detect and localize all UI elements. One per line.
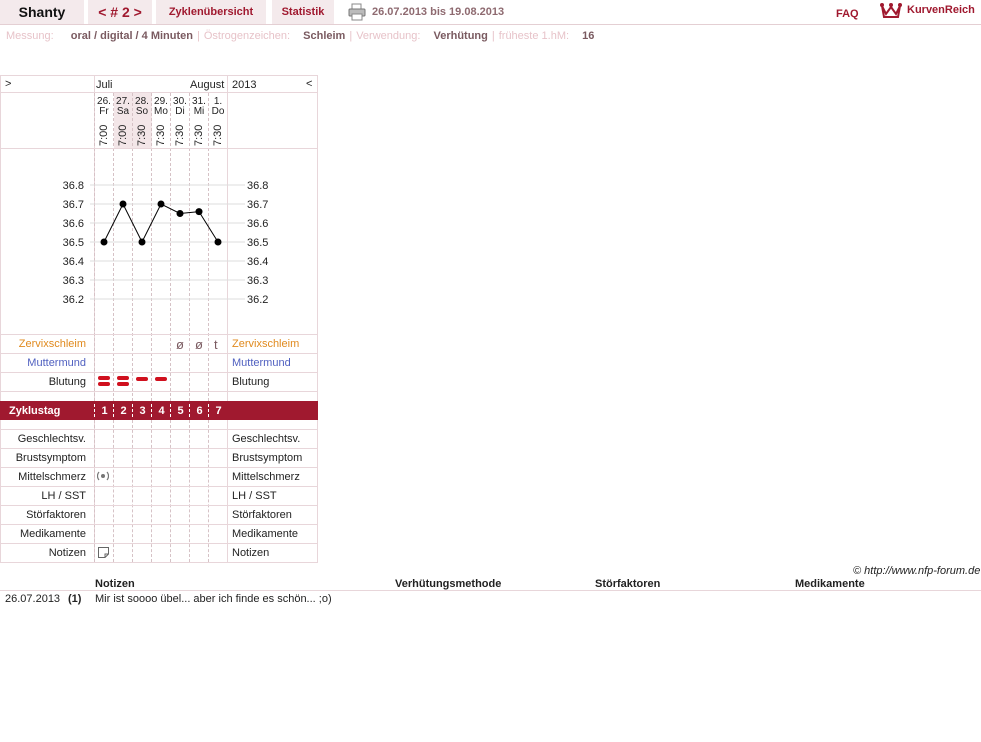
bleeding-mark[interactable] xyxy=(98,376,110,380)
cycle-day: 2 xyxy=(120,404,127,417)
temp-tick-label: 36.3 xyxy=(247,275,268,287)
zervix-mark[interactable]: ø xyxy=(176,337,184,352)
hm-value: 16 xyxy=(582,30,595,42)
temp-tick-label: 36.4 xyxy=(63,256,84,268)
zyklustag-row: Zyklustag 1234567 xyxy=(0,401,318,420)
hm-label: früheste 1.hM: xyxy=(498,30,570,42)
temp-tick-label: 36.6 xyxy=(63,218,84,230)
note-icon[interactable] xyxy=(98,547,109,558)
medikamente-label-right: Medikamente xyxy=(232,528,299,540)
logo-text[interactable]: KurvenReich xyxy=(907,4,975,16)
note-text: Mir ist soooo übel... aber ich finde es … xyxy=(95,593,332,605)
mittelschmerz-icon[interactable] xyxy=(97,470,109,482)
temperature-point[interactable] xyxy=(119,200,127,208)
bleeding-mark[interactable] xyxy=(136,377,148,381)
brust-label: Brustsymptom xyxy=(15,452,86,464)
mittelschmerz-label-right: Mittelschmerz xyxy=(232,471,300,483)
brust-label-right: Brustsymptom xyxy=(232,452,303,464)
temperature-point[interactable] xyxy=(195,208,203,216)
verwendung-value: Verhütung xyxy=(433,30,488,42)
day-column-line xyxy=(170,420,172,562)
verwendung-label: Verwendung: xyxy=(356,30,421,42)
cycle-day: 3 xyxy=(139,404,146,417)
temp-tick-label: 36.8 xyxy=(247,180,268,192)
col-stoerfaktoren: Störfaktoren xyxy=(595,578,661,590)
zervix-mark[interactable]: ø xyxy=(195,337,203,352)
temp-tick-label: 36.2 xyxy=(63,294,84,306)
temp-tick-label: 36.8 xyxy=(63,180,84,192)
notizen-label-right: Notizen xyxy=(232,547,270,559)
medikamente-label: Medikamente xyxy=(19,528,86,540)
cycle-day: 1 xyxy=(101,404,108,417)
temp-tick-label: 36.4 xyxy=(247,256,268,268)
cycle-day-separator xyxy=(132,404,133,417)
zervix-label: Zervixschleim xyxy=(18,338,86,350)
cycle-day: 6 xyxy=(196,404,203,417)
blutung-label: Blutung xyxy=(48,376,86,388)
gv-label-right: Geschlechtsv. xyxy=(232,433,301,445)
temp-tick-label: 36.3 xyxy=(63,275,84,287)
day-column-line xyxy=(189,420,191,562)
stoerfaktoren-label-right: Störfaktoren xyxy=(232,509,292,521)
temp-tick-label: 36.7 xyxy=(63,199,84,211)
cycle-day-separator xyxy=(94,404,95,417)
cycle-day-separator xyxy=(113,404,114,417)
copyright: © http://www.nfp-forum.de xyxy=(853,565,981,577)
zervix-label-right: Zervixschleim xyxy=(232,338,300,350)
day-column-line xyxy=(208,420,210,562)
bleeding-mark[interactable] xyxy=(98,382,110,386)
col-methode: Verhütungsmethode xyxy=(395,578,502,590)
muttermund-label-right: Muttermund xyxy=(232,357,291,369)
faq-link[interactable]: FAQ xyxy=(836,8,859,20)
bleeding-mark[interactable] xyxy=(155,377,167,381)
blutung-label-right: Blutung xyxy=(232,376,270,388)
day-column-line xyxy=(132,420,134,562)
lh-label: LH / SST xyxy=(41,490,86,502)
crown-logo-icon[interactable] xyxy=(880,2,902,20)
temperature-point[interactable] xyxy=(214,238,222,246)
temperature-point[interactable] xyxy=(138,238,146,246)
temp-tick-label: 36.7 xyxy=(247,199,268,211)
stoerfaktoren-label: Störfaktoren xyxy=(26,509,86,521)
cycle-day-separator xyxy=(170,404,171,417)
day-column-line xyxy=(94,420,96,562)
col-notizen: Notizen xyxy=(95,578,135,590)
notizen-label: Notizen xyxy=(48,547,86,559)
day-column-line xyxy=(113,420,115,562)
temp-tick-label: 36.5 xyxy=(247,237,268,249)
date-range: 26.07.2013 bis 19.08.2013 xyxy=(372,6,505,18)
gv-label: Geschlechtsv. xyxy=(17,433,86,445)
col-medikamente: Medikamente xyxy=(795,578,865,590)
zyklustag-label: Zyklustag xyxy=(9,404,61,417)
cycle-day-separator xyxy=(208,404,209,417)
cycle-day: 7 xyxy=(215,404,222,417)
note-date: 26.07.2013 xyxy=(5,593,61,605)
bleeding-mark[interactable] xyxy=(117,382,129,386)
day-column-line xyxy=(151,420,153,562)
temp-tick-label: 36.6 xyxy=(247,218,268,230)
cycle-day-separator xyxy=(151,404,152,417)
printer-icon[interactable] xyxy=(348,3,366,21)
cycle-day: 4 xyxy=(158,404,165,417)
temperature-point[interactable] xyxy=(100,238,108,246)
temp-tick-label: 36.5 xyxy=(63,237,84,249)
lh-label-right: LH / SST xyxy=(232,490,277,502)
bleeding-mark[interactable] xyxy=(117,376,129,380)
cycle-day-separator xyxy=(189,404,190,417)
note-number: (1) xyxy=(68,593,82,605)
muttermund-label: Muttermund xyxy=(27,357,86,369)
cycle-day: 5 xyxy=(177,404,184,417)
mittelschmerz-label: Mittelschmerz xyxy=(18,471,86,483)
zervix-mark[interactable]: t xyxy=(214,337,218,352)
temperature-point[interactable] xyxy=(176,210,184,217)
temp-tick-label: 36.2 xyxy=(247,294,268,306)
temperature-point[interactable] xyxy=(157,200,165,208)
